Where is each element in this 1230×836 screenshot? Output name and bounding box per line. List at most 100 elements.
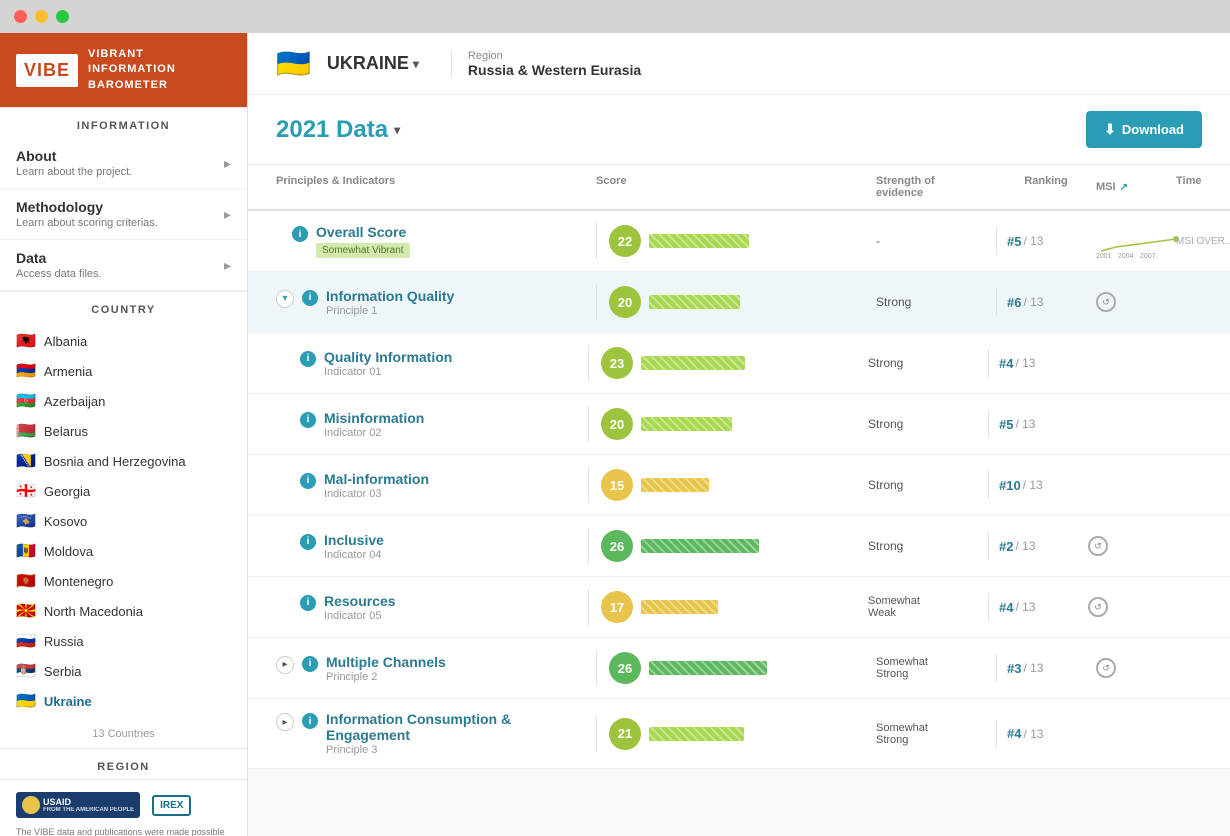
row-resources: i Resources Indicator 05 17 Somewha <box>248 577 1230 638</box>
multiple-channels-score-badge: 26 <box>609 652 641 684</box>
overall-info-icon[interactable]: i <box>292 226 308 242</box>
azerbaijan-flag: 🇦🇿 <box>16 391 36 411</box>
logo-box: VIBE <box>16 54 78 87</box>
armenia-name: Armenia <box>44 364 92 379</box>
data-year-selector[interactable]: 2021 Data ▾ <box>276 116 400 144</box>
north-macedonia-flag: 🇲🇰 <box>16 601 36 621</box>
info-quality-ranking: #6 / 13 <box>996 288 1096 316</box>
armenia-flag: 🇦🇲 <box>16 361 36 381</box>
col-ranking: Ranking <box>996 175 1096 199</box>
azerbaijan-name: Azerbaijan <box>44 394 105 409</box>
ukraine-name: Ukraine <box>44 694 92 709</box>
irex-label: IREX <box>160 800 183 811</box>
window-chrome <box>0 0 1230 33</box>
sidebar-footer: USAID FROM THE AMERICAN PEOPLE IREX The … <box>0 779 247 836</box>
multiple-channels-history-icon[interactable]: ↺ <box>1096 658 1116 678</box>
montenegro-name: Montenegro <box>44 574 113 589</box>
msi-chart-overall: 2001 2004 2007 <box>1096 223 1186 259</box>
overall-rank-num: #5 <box>1007 234 1021 249</box>
info-quality-expand-btn[interactable]: ▾ <box>276 290 294 308</box>
kosovo-name: Kosovo <box>44 514 87 529</box>
sidebar-item-about[interactable]: About Learn about the project. <box>0 138 247 189</box>
methodology-arrow-icon <box>224 206 231 223</box>
country-item-russia[interactable]: 🇷🇺 Russia <box>0 626 247 656</box>
inclusive-score-cell: 26 <box>588 528 868 564</box>
resources-history-icon[interactable]: ↺ <box>1088 597 1108 617</box>
row-multiple-channels: ▸ i Multiple Channels Principle 2 26 <box>248 638 1230 699</box>
section-title-information: INFORMATION <box>0 107 247 138</box>
albania-flag: 🇦🇱 <box>16 331 36 351</box>
mal-information-title: Mal-information <box>324 471 429 487</box>
belarus-name: Belarus <box>44 424 88 439</box>
row-overall: i Overall Score Somewhat Vibrant 22 <box>248 211 1230 272</box>
data-arrow-icon <box>224 257 231 274</box>
serbia-flag: 🇷🇸 <box>16 661 36 681</box>
mal-information-score-cell: 15 <box>588 467 868 503</box>
mal-information-score-badge: 15 <box>601 469 633 501</box>
info-consumption-ranking: #4 / 13 <box>996 720 1096 748</box>
info-quality-history-icon[interactable]: ↺ <box>1096 292 1116 312</box>
download-button[interactable]: ⬇ Download <box>1086 111 1202 148</box>
usaid-logo: USAID FROM THE AMERICAN PEOPLE <box>16 792 140 818</box>
download-icon: ⬇ <box>1104 121 1116 138</box>
info-consumption-score-cell: 21 <box>596 716 876 752</box>
kosovo-flag: 🇽🇰 <box>16 511 36 531</box>
msi-external-link-icon[interactable]: ↗ <box>1120 182 1128 193</box>
inclusive-history-icon[interactable]: ↺ <box>1088 536 1108 556</box>
multiple-channels-expand-btn[interactable]: ▸ <box>276 656 294 674</box>
country-item-georgia[interactable]: 🇬🇪 Georgia <box>0 476 247 506</box>
info-consumption-expand-btn[interactable]: ▸ <box>276 713 294 731</box>
ukraine-flag-large: 🇺🇦 <box>276 47 311 80</box>
resources-ranking: #4 / 13 <box>988 593 1088 621</box>
country-item-armenia[interactable]: 🇦🇲 Armenia <box>0 356 247 386</box>
country-item-north-macedonia[interactable]: 🇲🇰 North Macedonia <box>0 596 247 626</box>
svg-text:2007: 2007 <box>1140 253 1156 259</box>
info-consumption-subtitle: Principle 3 <box>326 744 596 756</box>
country-item-belarus[interactable]: 🇧🇾 Belarus <box>0 416 247 446</box>
info-quality-score-bar <box>649 295 876 309</box>
multiple-channels-ranking: #3 / 13 <box>996 654 1096 682</box>
minimize-button[interactable] <box>35 10 48 23</box>
country-item-albania[interactable]: 🇦🇱 Albania <box>0 326 247 356</box>
row-quality-info: i Quality Information Indicator 01 23 <box>248 333 1230 394</box>
close-button[interactable] <box>14 10 27 23</box>
misinformation-info-icon[interactable]: i <box>300 412 316 428</box>
mal-information-info-icon[interactable]: i <box>300 473 316 489</box>
resources-score-bar <box>641 600 868 614</box>
country-item-kosovo[interactable]: 🇽🇰 Kosovo <box>0 506 247 536</box>
data-table: Principles & Indicators Score Strength o… <box>248 165 1230 769</box>
main-header: 🇺🇦 UKRAINE ▾ Region Russia & Western Eur… <box>248 33 1230 95</box>
overall-score-cell: 22 <box>596 223 876 259</box>
download-label: Download <box>1122 122 1184 137</box>
country-item-moldova[interactable]: 🇲🇩 Moldova <box>0 536 247 566</box>
country-item-bosnia[interactable]: 🇧🇦 Bosnia and Herzegovina <box>0 446 247 476</box>
inclusive-subtitle: Indicator 04 <box>324 549 384 561</box>
overall-rank-total: / 13 <box>1023 234 1043 248</box>
quality-info-subtitle: Indicator 01 <box>324 366 452 378</box>
country-item-azerbaijan[interactable]: 🇦🇿 Azerbaijan <box>0 386 247 416</box>
info-consumption-score-badge: 21 <box>609 718 641 750</box>
year-dropdown-icon: ▾ <box>394 123 400 137</box>
maximize-button[interactable] <box>56 10 69 23</box>
country-selector[interactable]: UKRAINE ▾ <box>327 53 419 74</box>
info-consumption-info-icon[interactable]: i <box>302 713 318 729</box>
sidebar-item-data[interactable]: Data Access data files. <box>0 240 247 291</box>
info-quality-info-icon[interactable]: i <box>302 290 318 306</box>
moldova-flag: 🇲🇩 <box>16 541 36 561</box>
resources-info-icon[interactable]: i <box>300 595 316 611</box>
multiple-channels-info-icon[interactable]: i <box>302 656 318 672</box>
info-consumption-title: Information Consumption & Engagement <box>326 711 596 743</box>
country-item-serbia[interactable]: 🇷🇸 Serbia <box>0 656 247 686</box>
country-item-montenegro[interactable]: 🇲🇪 Montenegro <box>0 566 247 596</box>
country-item-ukraine[interactable]: 🇺🇦 Ukraine <box>0 686 247 716</box>
multiple-channels-score-bar <box>649 661 876 675</box>
inclusive-ranking: #2 / 13 <box>988 532 1088 560</box>
selected-country: UKRAINE <box>327 53 409 74</box>
inclusive-info-icon[interactable]: i <box>300 534 316 550</box>
overall-score-badge: 22 <box>609 225 641 257</box>
quality-info-icon[interactable]: i <box>300 351 316 367</box>
sidebar-item-methodology[interactable]: Methodology Learn about scoring criteria… <box>0 189 247 240</box>
svg-text:2001: 2001 <box>1096 253 1112 259</box>
misinformation-title: Misinformation <box>324 410 424 426</box>
info-quality-subtitle: Principle 1 <box>326 305 454 317</box>
